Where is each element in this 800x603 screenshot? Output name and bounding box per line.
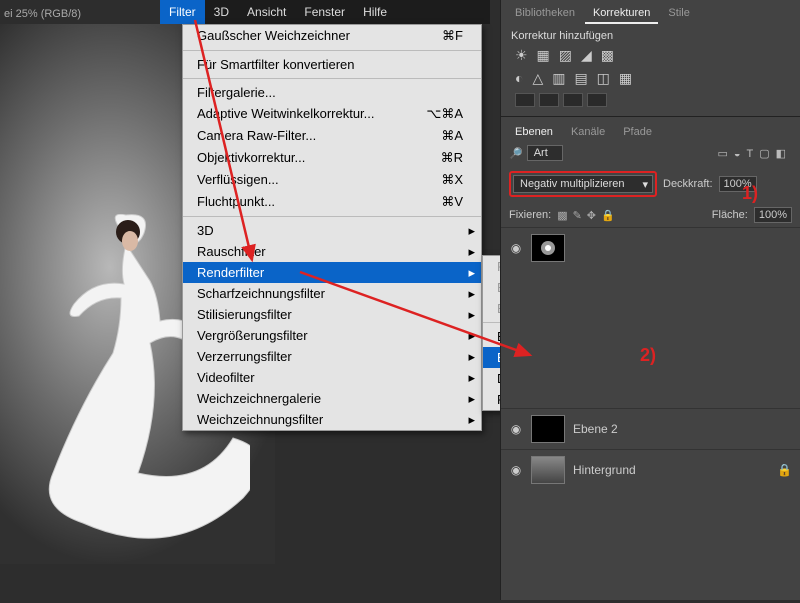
filter-item-rausch[interactable]: Rauschfilter <box>183 241 481 262</box>
filter-item-verzerrung[interactable]: Verzerrungsfilter <box>183 346 481 367</box>
filter-item-video[interactable]: Videofilter <box>183 367 481 388</box>
menu-hilfe[interactable]: Hilfe <box>354 0 396 24</box>
layer-thumb-hintergrund <box>531 456 565 484</box>
layer-thumb-ebene2 <box>531 415 565 443</box>
adjustment-icons-row1[interactable]: ☀▦▨◢▩ <box>501 44 800 67</box>
fixieren-label: Fixieren: <box>509 209 551 221</box>
filter-item-render[interactable]: Renderfilter <box>183 262 481 283</box>
visibility-icon[interactable]: ◉ <box>509 241 523 255</box>
filter-item-smartfilter[interactable]: Für Smartfilter konvertieren <box>183 54 481 75</box>
layer-row-ebene2[interactable]: ◉ Ebene 2 <box>501 408 800 449</box>
right-panels: Bibliotheken Korrekturen Stile Korrektur… <box>500 0 800 600</box>
layer-name[interactable]: Hintergrund <box>573 463 636 477</box>
layer-filter-icons[interactable]: ▭◒T▢◧ <box>717 147 792 160</box>
filter-item-vergroesserung[interactable]: Vergrößerungsfilter <box>183 325 481 346</box>
filter-item-verfluessigen[interactable]: Verflüssigen...⌘X <box>183 169 481 191</box>
top-panel-tabs: Bibliotheken Korrekturen Stile <box>501 0 800 24</box>
layers-panel-tabs: Ebenen Kanäle Pfade <box>501 116 800 141</box>
filter-item-galerie[interactable]: Filtergalerie... <box>183 82 481 103</box>
annotation-highlight-1: Negativ multiplizieren <box>509 171 657 197</box>
tab-stile[interactable]: Stile <box>660 4 697 24</box>
filter-item-weitwinkel[interactable]: Adaptive Weitwinkelkorrektur...⌥⌘A <box>183 103 481 125</box>
menu-3d[interactable]: 3D <box>205 0 238 24</box>
tab-kanaele[interactable]: Kanäle <box>563 123 613 141</box>
flaeche-value[interactable]: 100% <box>754 207 792 223</box>
filter-item-weichfilter[interactable]: Weichzeichnungsfilter <box>183 409 481 430</box>
layer-row-effect[interactable]: ◉ <box>501 227 800 268</box>
search-icon: 🔎 <box>509 147 523 160</box>
tab-bibliotheken[interactable]: Bibliotheken <box>507 4 583 24</box>
visibility-icon[interactable]: ◉ <box>509 463 523 477</box>
document-label: ei 25% (RGB/8) <box>4 8 81 20</box>
tab-pfade[interactable]: Pfade <box>615 123 660 141</box>
visibility-icon[interactable]: ◉ <box>509 422 523 436</box>
layer-thumb-effect <box>531 234 565 262</box>
korrektur-hinzufuegen-label: Korrektur hinzufügen <box>501 24 800 44</box>
layer-row-hintergrund[interactable]: ◉ Hintergrund 🔒 <box>501 449 800 490</box>
menubar: Filter 3D Ansicht Fenster Hilfe <box>160 0 490 24</box>
layer-name[interactable]: Ebene 2 <box>573 422 618 436</box>
lock-icons[interactable]: ▩✎✥🔒 <box>557 209 620 222</box>
deckkraft-value[interactable]: 100% <box>719 176 757 192</box>
flaeche-label: Fläche: <box>712 209 748 221</box>
menu-filter[interactable]: Filter <box>160 0 205 24</box>
lock-icon: 🔒 <box>777 463 792 477</box>
filter-item-fluchtpunkt[interactable]: Fluchtpunkt...⌘V <box>183 191 481 213</box>
tab-korrekturen[interactable]: Korrekturen <box>585 4 658 24</box>
layer-filter[interactable]: 🔎 Art <box>509 145 563 161</box>
adjustment-icons-row2[interactable]: ◐△▥▤◫▦ <box>501 67 800 90</box>
menu-fenster[interactable]: Fenster <box>295 0 354 24</box>
menu-ansicht[interactable]: Ansicht <box>238 0 295 24</box>
filter-item-stil[interactable]: Stilisierungsfilter <box>183 304 481 325</box>
filter-item-scharf[interactable]: Scharfzeichnungsfilter <box>183 283 481 304</box>
filter-item-weichgalerie[interactable]: Weichzeichnergalerie <box>183 388 481 409</box>
filter-item-gauss[interactable]: Gaußscher Weichzeichner⌘F <box>183 25 481 47</box>
adjustment-icons-row3[interactable] <box>501 90 800 110</box>
tab-ebenen[interactable]: Ebenen <box>507 123 561 141</box>
filter-item-3d[interactable]: 3D <box>183 220 481 241</box>
blend-mode-select[interactable]: Negativ multiplizieren <box>513 175 653 193</box>
filter-item-cameraraw[interactable]: Camera Raw-Filter...⌘A <box>183 125 481 147</box>
filter-dropdown: Gaußscher Weichzeichner⌘F Für Smartfilte… <box>182 24 482 431</box>
filter-item-objektiv[interactable]: Objektivkorrektur...⌘R <box>183 147 481 169</box>
deckkraft-label: Deckkraft: <box>663 178 713 190</box>
layer-filter-select[interactable]: Art <box>527 145 563 161</box>
